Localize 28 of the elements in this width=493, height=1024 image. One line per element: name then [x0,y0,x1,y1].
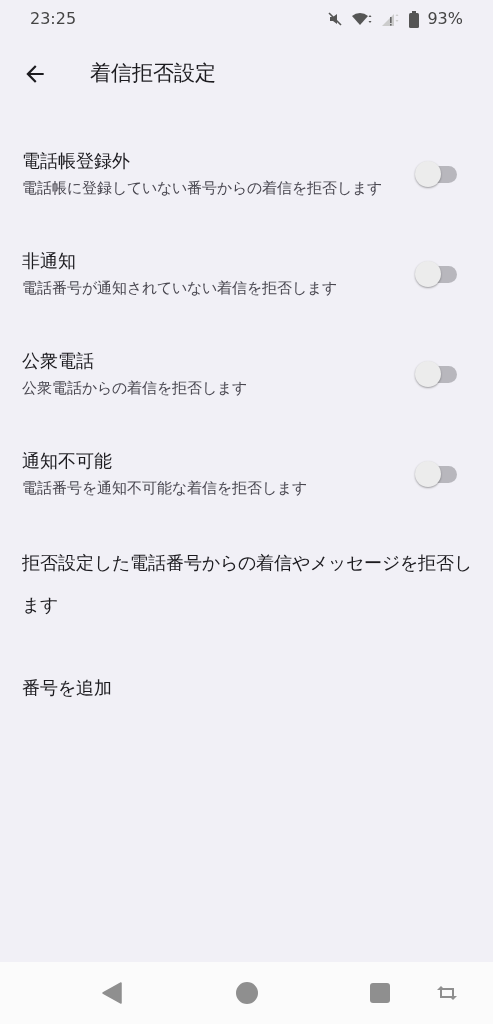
setting-row[interactable]: 電話帳登録外 電話帳に登録していない番号からの着信を拒否します [0,124,493,224]
toggle-switch[interactable] [415,261,459,287]
setting-title: 電話帳登録外 [22,149,131,173]
battery-icon [409,10,420,28]
setting-title: 通知不可能 [22,449,113,473]
home-nav-icon[interactable] [236,982,258,1004]
setting-title: 非通知 [22,249,77,273]
info-text: 拒否設定した電話番号からの着信やメッセージを拒否します [22,551,473,617]
recents-nav-icon[interactable] [370,983,390,1003]
status-time: 23:25 [30,8,77,30]
toggle-switch[interactable] [415,361,459,387]
setting-description: 電話帳に登録していない番号からの着信を拒否します [22,178,383,199]
battery-percentage: 93% [427,8,463,30]
setting-description: 電話番号を通知不可能な着信を拒否します [22,478,308,499]
setting-row[interactable]: 公衆電話 公衆電話からの着信を拒否します [0,324,493,424]
toggle-switch[interactable] [415,461,459,487]
setting-row[interactable]: 通知不可能 電話番号を通知不可能な着信を拒否します [0,424,493,524]
page-title: 着信拒否設定 [90,60,216,88]
wifi-icon [351,11,374,27]
rotate-icon[interactable] [436,984,458,1002]
setting-title: 公衆電話 [22,349,95,373]
setting-description: 電話番号が通知されていない着信を拒否します [22,278,338,299]
setting-row[interactable]: 非通知 電話番号が通知されていない着信を拒否します [0,224,493,324]
mute-icon [327,11,344,27]
toggle-switch[interactable] [415,161,459,187]
add-number-item[interactable]: 番号を追加 [22,677,112,698]
back-nav-icon[interactable] [102,982,122,1004]
setting-description: 公衆電話からの着信を拒否します [22,378,248,399]
